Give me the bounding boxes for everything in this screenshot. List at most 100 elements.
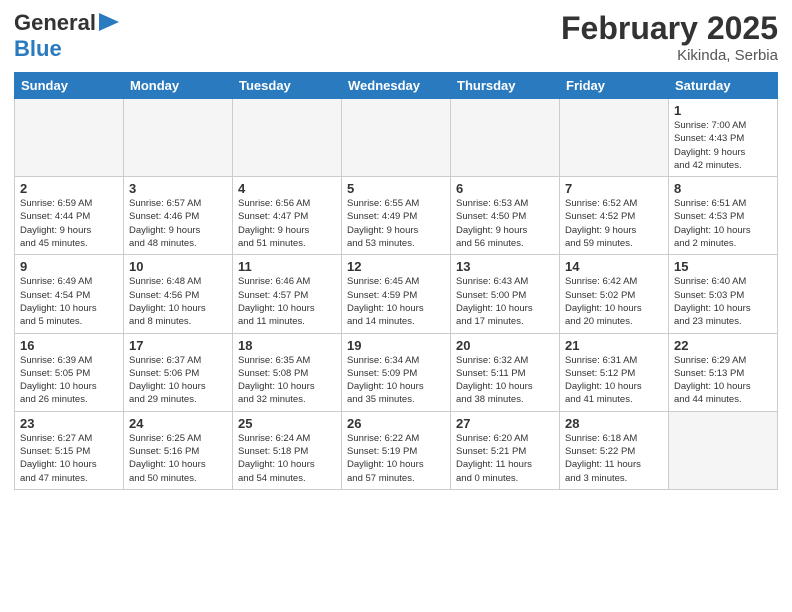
day-number: 4 (238, 181, 336, 196)
calendar-week-row: 9Sunrise: 6:49 AM Sunset: 4:54 PM Daylig… (15, 255, 778, 333)
calendar-week-row: 23Sunrise: 6:27 AM Sunset: 5:15 PM Dayli… (15, 411, 778, 489)
day-info: Sunrise: 6:27 AM Sunset: 5:15 PM Dayligh… (20, 432, 118, 485)
calendar-week-row: 1Sunrise: 7:00 AM Sunset: 4:43 PM Daylig… (15, 99, 778, 177)
day-number: 27 (456, 416, 554, 431)
day-info: Sunrise: 6:46 AM Sunset: 4:57 PM Dayligh… (238, 275, 336, 328)
calendar-cell: 5Sunrise: 6:55 AM Sunset: 4:49 PM Daylig… (342, 177, 451, 255)
calendar-cell (15, 99, 124, 177)
day-info: Sunrise: 6:29 AM Sunset: 5:13 PM Dayligh… (674, 354, 772, 407)
calendar-cell: 21Sunrise: 6:31 AM Sunset: 5:12 PM Dayli… (560, 333, 669, 411)
day-info: Sunrise: 6:45 AM Sunset: 4:59 PM Dayligh… (347, 275, 445, 328)
calendar-cell: 6Sunrise: 6:53 AM Sunset: 4:50 PM Daylig… (451, 177, 560, 255)
day-info: Sunrise: 6:48 AM Sunset: 4:56 PM Dayligh… (129, 275, 227, 328)
day-number: 23 (20, 416, 118, 431)
day-info: Sunrise: 6:31 AM Sunset: 5:12 PM Dayligh… (565, 354, 663, 407)
logo: General Blue (14, 10, 119, 62)
calendar-cell: 23Sunrise: 6:27 AM Sunset: 5:15 PM Dayli… (15, 411, 124, 489)
logo-general: General (14, 10, 96, 36)
day-info: Sunrise: 6:24 AM Sunset: 5:18 PM Dayligh… (238, 432, 336, 485)
calendar-cell: 18Sunrise: 6:35 AM Sunset: 5:08 PM Dayli… (233, 333, 342, 411)
day-info: Sunrise: 6:32 AM Sunset: 5:11 PM Dayligh… (456, 354, 554, 407)
calendar-cell: 2Sunrise: 6:59 AM Sunset: 4:44 PM Daylig… (15, 177, 124, 255)
day-number: 12 (347, 259, 445, 274)
calendar-cell: 9Sunrise: 6:49 AM Sunset: 4:54 PM Daylig… (15, 255, 124, 333)
calendar-cell (560, 99, 669, 177)
day-number: 16 (20, 338, 118, 353)
day-info: Sunrise: 6:55 AM Sunset: 4:49 PM Dayligh… (347, 197, 445, 250)
day-info: Sunrise: 6:51 AM Sunset: 4:53 PM Dayligh… (674, 197, 772, 250)
calendar-cell (124, 99, 233, 177)
calendar-header-saturday: Saturday (669, 73, 778, 99)
header-area: General Blue February 2025 Kikinda, Serb… (14, 10, 778, 64)
day-info: Sunrise: 6:22 AM Sunset: 5:19 PM Dayligh… (347, 432, 445, 485)
calendar-header-sunday: Sunday (15, 73, 124, 99)
calendar-header-thursday: Thursday (451, 73, 560, 99)
day-info: Sunrise: 6:18 AM Sunset: 5:22 PM Dayligh… (565, 432, 663, 485)
day-info: Sunrise: 6:37 AM Sunset: 5:06 PM Dayligh… (129, 354, 227, 407)
calendar-cell: 14Sunrise: 6:42 AM Sunset: 5:02 PM Dayli… (560, 255, 669, 333)
calendar-cell: 25Sunrise: 6:24 AM Sunset: 5:18 PM Dayli… (233, 411, 342, 489)
calendar-cell: 8Sunrise: 6:51 AM Sunset: 4:53 PM Daylig… (669, 177, 778, 255)
day-number: 7 (565, 181, 663, 196)
day-number: 22 (674, 338, 772, 353)
calendar-cell: 16Sunrise: 6:39 AM Sunset: 5:05 PM Dayli… (15, 333, 124, 411)
calendar-cell: 3Sunrise: 6:57 AM Sunset: 4:46 PM Daylig… (124, 177, 233, 255)
calendar-cell: 20Sunrise: 6:32 AM Sunset: 5:11 PM Dayli… (451, 333, 560, 411)
day-number: 26 (347, 416, 445, 431)
calendar-header-wednesday: Wednesday (342, 73, 451, 99)
day-number: 20 (456, 338, 554, 353)
day-info: Sunrise: 6:43 AM Sunset: 5:00 PM Dayligh… (456, 275, 554, 328)
day-number: 19 (347, 338, 445, 353)
day-info: Sunrise: 6:56 AM Sunset: 4:47 PM Dayligh… (238, 197, 336, 250)
day-number: 17 (129, 338, 227, 353)
calendar-cell: 22Sunrise: 6:29 AM Sunset: 5:13 PM Dayli… (669, 333, 778, 411)
day-number: 5 (347, 181, 445, 196)
day-info: Sunrise: 6:52 AM Sunset: 4:52 PM Dayligh… (565, 197, 663, 250)
calendar-cell (233, 99, 342, 177)
calendar-cell: 7Sunrise: 6:52 AM Sunset: 4:52 PM Daylig… (560, 177, 669, 255)
day-number: 11 (238, 259, 336, 274)
day-number: 2 (20, 181, 118, 196)
calendar-header-tuesday: Tuesday (233, 73, 342, 99)
day-number: 3 (129, 181, 227, 196)
calendar-cell: 12Sunrise: 6:45 AM Sunset: 4:59 PM Dayli… (342, 255, 451, 333)
calendar-cell: 11Sunrise: 6:46 AM Sunset: 4:57 PM Dayli… (233, 255, 342, 333)
calendar-cell: 24Sunrise: 6:25 AM Sunset: 5:16 PM Dayli… (124, 411, 233, 489)
day-number: 24 (129, 416, 227, 431)
calendar-header-monday: Monday (124, 73, 233, 99)
page-container: General Blue February 2025 Kikinda, Serb… (0, 0, 792, 496)
calendar-cell: 28Sunrise: 6:18 AM Sunset: 5:22 PM Dayli… (560, 411, 669, 489)
day-number: 6 (456, 181, 554, 196)
day-info: Sunrise: 6:53 AM Sunset: 4:50 PM Dayligh… (456, 197, 554, 250)
day-number: 28 (565, 416, 663, 431)
day-number: 1 (674, 103, 772, 118)
location: Kikinda, Serbia (561, 47, 778, 64)
calendar-header-friday: Friday (560, 73, 669, 99)
calendar-cell: 26Sunrise: 6:22 AM Sunset: 5:19 PM Dayli… (342, 411, 451, 489)
calendar-cell: 13Sunrise: 6:43 AM Sunset: 5:00 PM Dayli… (451, 255, 560, 333)
day-info: Sunrise: 6:42 AM Sunset: 5:02 PM Dayligh… (565, 275, 663, 328)
logo-arrow-icon (99, 13, 119, 31)
calendar-cell (451, 99, 560, 177)
day-info: Sunrise: 6:40 AM Sunset: 5:03 PM Dayligh… (674, 275, 772, 328)
day-info: Sunrise: 6:57 AM Sunset: 4:46 PM Dayligh… (129, 197, 227, 250)
day-number: 8 (674, 181, 772, 196)
calendar-header-row: SundayMondayTuesdayWednesdayThursdayFrid… (15, 73, 778, 99)
day-info: Sunrise: 6:59 AM Sunset: 4:44 PM Dayligh… (20, 197, 118, 250)
day-number: 9 (20, 259, 118, 274)
logo-blue-text: Blue (14, 36, 62, 61)
calendar-week-row: 2Sunrise: 6:59 AM Sunset: 4:44 PM Daylig… (15, 177, 778, 255)
calendar-cell: 10Sunrise: 6:48 AM Sunset: 4:56 PM Dayli… (124, 255, 233, 333)
calendar-cell: 19Sunrise: 6:34 AM Sunset: 5:09 PM Dayli… (342, 333, 451, 411)
calendar-cell: 27Sunrise: 6:20 AM Sunset: 5:21 PM Dayli… (451, 411, 560, 489)
day-info: Sunrise: 6:49 AM Sunset: 4:54 PM Dayligh… (20, 275, 118, 328)
calendar-cell (342, 99, 451, 177)
day-info: Sunrise: 7:00 AM Sunset: 4:43 PM Dayligh… (674, 119, 772, 172)
calendar-cell (669, 411, 778, 489)
day-number: 25 (238, 416, 336, 431)
calendar-table: SundayMondayTuesdayWednesdayThursdayFrid… (14, 72, 778, 490)
calendar-cell: 1Sunrise: 7:00 AM Sunset: 4:43 PM Daylig… (669, 99, 778, 177)
calendar-week-row: 16Sunrise: 6:39 AM Sunset: 5:05 PM Dayli… (15, 333, 778, 411)
day-number: 10 (129, 259, 227, 274)
day-info: Sunrise: 6:39 AM Sunset: 5:05 PM Dayligh… (20, 354, 118, 407)
